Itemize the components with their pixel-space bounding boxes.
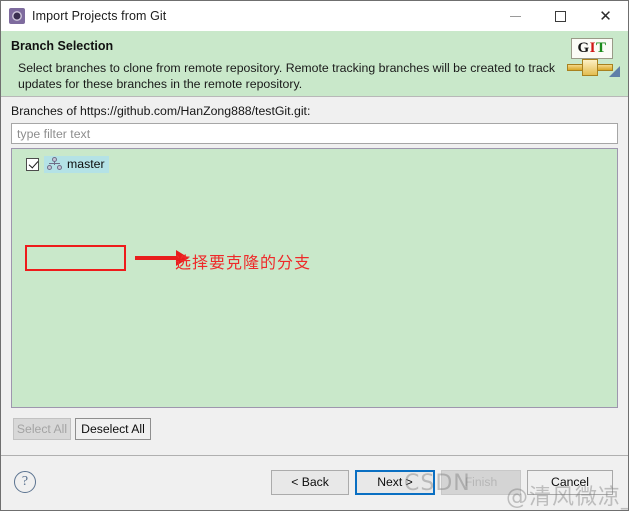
maximize-icon xyxy=(555,10,566,22)
dialog-body: Branches of https://github.com/HanZong88… xyxy=(1,97,628,455)
help-icon[interactable]: ? xyxy=(14,471,36,493)
minimize-button[interactable] xyxy=(493,1,538,31)
list-item[interactable]: master xyxy=(26,155,109,173)
branch-selection-highlight[interactable]: master xyxy=(44,155,109,173)
back-button[interactable]: < Back xyxy=(271,470,349,495)
filter-input[interactable] xyxy=(11,123,618,144)
cancel-button[interactable]: Cancel xyxy=(527,470,613,495)
import-projects-from-git-dialog: Import Projects from Git ✕ Branch Select… xyxy=(0,0,629,511)
git-logo-letter-t: T xyxy=(596,40,607,56)
deselect-all-button[interactable]: Deselect All xyxy=(75,418,151,440)
git-logo-icon: GIT xyxy=(564,36,620,88)
maximize-button[interactable] xyxy=(538,1,583,31)
git-logo-box xyxy=(582,59,598,76)
eclipse-import-icon xyxy=(9,8,25,24)
git-logo-plate: GIT xyxy=(571,38,613,59)
branch-checkbox[interactable] xyxy=(26,157,39,171)
window-title: Import Projects from Git xyxy=(32,9,167,23)
wizard-header: Branch Selection Select branches to clon… xyxy=(1,31,628,97)
select-all-button[interactable]: Select All xyxy=(13,418,71,440)
branch-icon-node-right xyxy=(57,165,62,170)
page-title: Branch Selection xyxy=(11,39,114,53)
git-logo-letter-g: G xyxy=(577,40,590,56)
git-logo-triangle xyxy=(609,66,620,77)
branches-label: Branches of https://github.com/HanZong88… xyxy=(11,104,311,118)
branch-icon-node-left xyxy=(47,165,52,170)
close-button[interactable]: ✕ xyxy=(583,1,628,31)
branch-name-label: master xyxy=(67,157,105,171)
close-icon: ✕ xyxy=(599,6,612,25)
minimize-icon xyxy=(510,15,521,17)
annotation-arrow xyxy=(135,250,189,266)
finish-button[interactable]: Finish xyxy=(441,470,521,495)
title-bar: Import Projects from Git ✕ xyxy=(1,1,628,31)
branch-icon xyxy=(47,157,63,171)
window-controls: ✕ xyxy=(493,1,628,31)
branch-icon-node-top xyxy=(52,157,57,162)
next-button[interactable]: Next > xyxy=(355,470,435,495)
annotation-text: 选择要克隆的分支 xyxy=(175,253,312,272)
branch-list[interactable]: master xyxy=(11,148,618,408)
page-description: Select branches to clone from remote rep… xyxy=(18,61,555,91)
dialog-footer: ? < Back Next > Finish Cancel xyxy=(1,455,628,510)
